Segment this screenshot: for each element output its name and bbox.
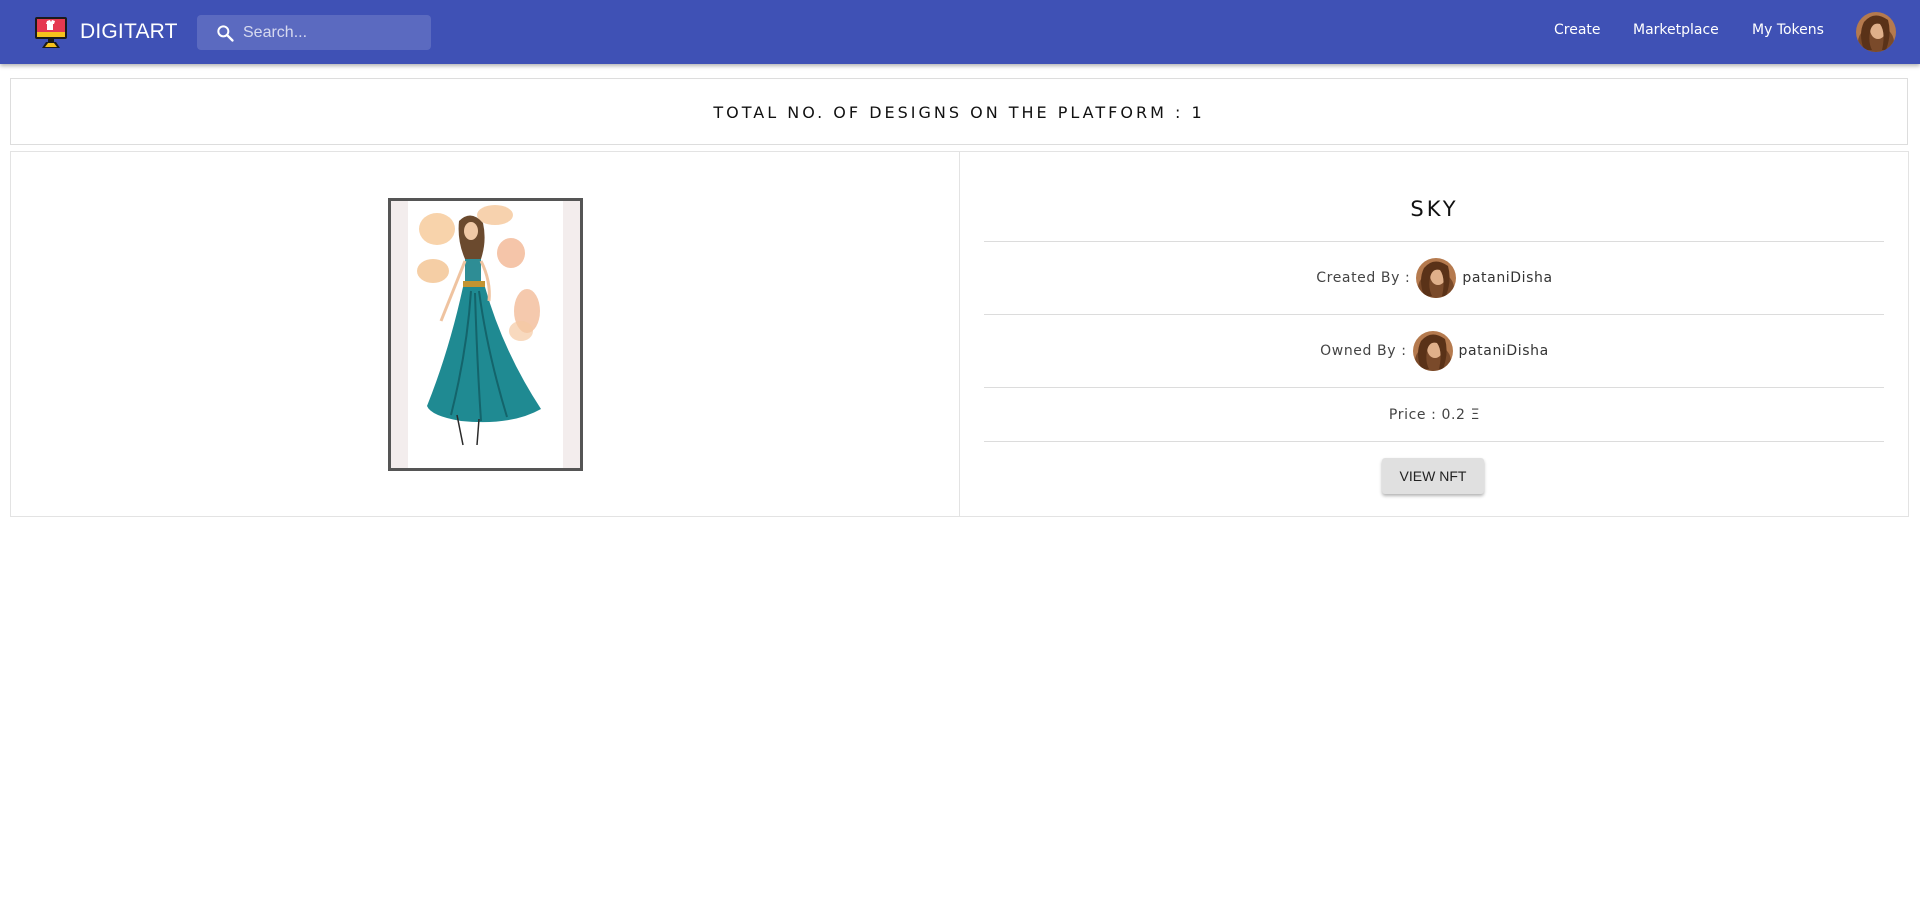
created-by-label: Created By : — [1316, 270, 1411, 286]
search-box — [197, 15, 431, 50]
artwork-panel — [10, 151, 960, 517]
divider — [984, 314, 1884, 315]
user-avatar[interactable] — [1856, 12, 1896, 52]
creator-row: Created By : pataniDisha — [960, 257, 1909, 299]
owner-avatar[interactable] — [1412, 331, 1453, 371]
nav-link-my-tokens[interactable]: My Tokens — [1752, 22, 1824, 38]
top-navbar: DIGITART Create Marketplace My Tokens — [0, 0, 1920, 64]
nav-link-create[interactable]: Create — [1554, 22, 1601, 38]
nav-link-marketplace[interactable]: Marketplace — [1633, 22, 1719, 38]
creator-avatar-photo — [1416, 258, 1457, 298]
dress-illustration — [391, 201, 580, 468]
nft-title: SKY — [1410, 197, 1459, 221]
owned-by-label: Owned By : — [1320, 343, 1407, 359]
divider — [984, 241, 1884, 242]
nft-details-panel: SKY Created By : pataniDisha Owned By : … — [960, 151, 1909, 517]
creator-avatar[interactable] — [1416, 258, 1457, 298]
artwork-image[interactable] — [388, 198, 583, 471]
brand-name: DIGITART — [80, 20, 178, 43]
brand[interactable]: DIGITART — [34, 15, 178, 49]
divider — [984, 441, 1884, 442]
owner-row: Owned By : pataniDisha — [960, 330, 1909, 372]
view-nft-button[interactable]: VIEW NFT — [1382, 458, 1484, 494]
owner-name[interactable]: pataniDisha — [1459, 343, 1549, 359]
digitart-logo-icon — [35, 17, 67, 48]
owner-avatar-photo — [1412, 331, 1453, 371]
designs-count-text: TOTAL NO. OF DESIGNS ON THE PLATFORM : 1 — [713, 103, 1205, 122]
price-text: Price : 0.2 Ξ — [1388, 407, 1481, 423]
search-icon — [217, 25, 234, 42]
price-row: Price : 0.2 Ξ — [960, 402, 1909, 428]
creator-name[interactable]: pataniDisha — [1462, 270, 1552, 286]
divider — [984, 387, 1884, 388]
designs-count-panel: TOTAL NO. OF DESIGNS ON THE PLATFORM : 1 — [10, 78, 1908, 145]
search-input[interactable] — [243, 15, 423, 50]
avatar-photo — [1856, 12, 1896, 52]
